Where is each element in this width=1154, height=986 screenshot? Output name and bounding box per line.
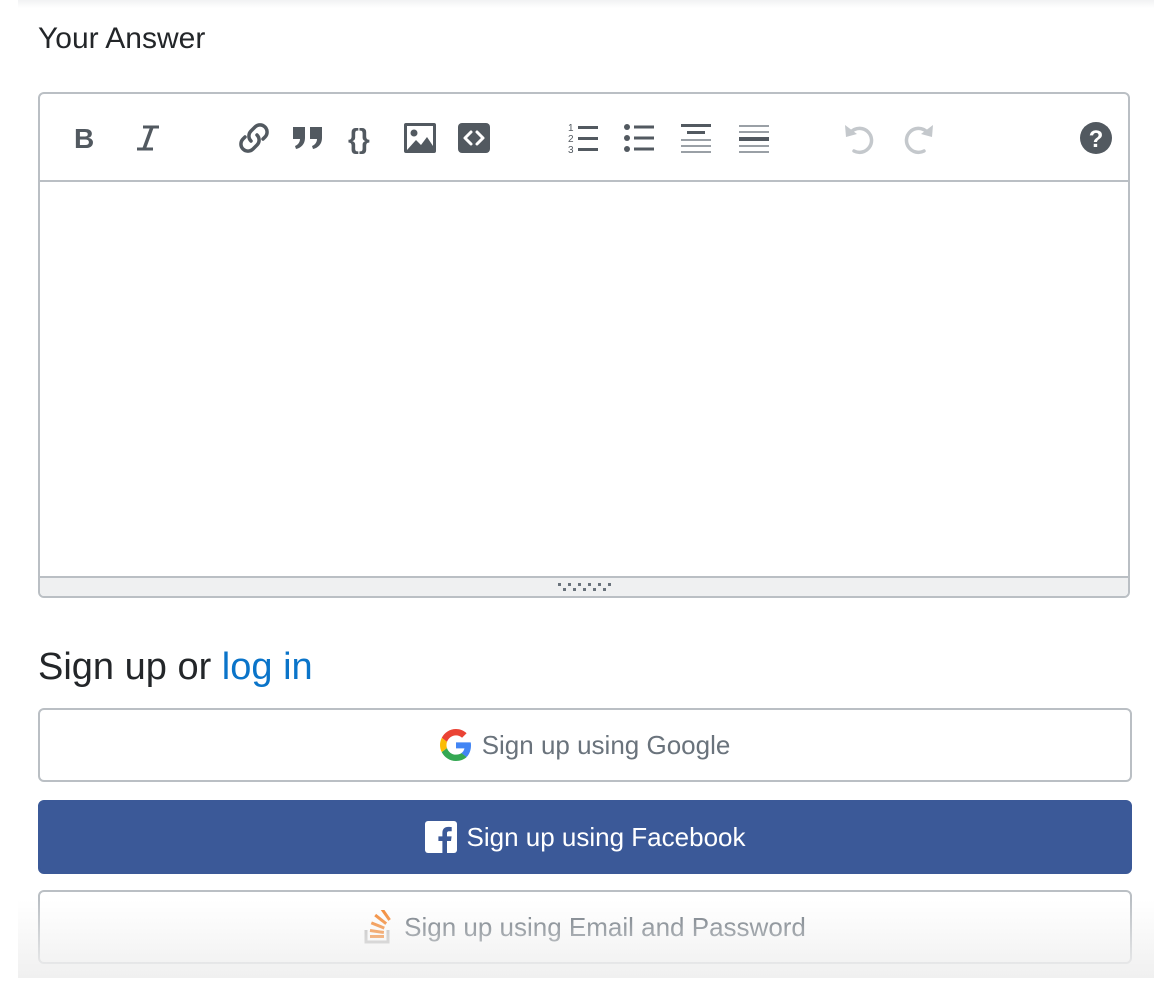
blockquote-button[interactable] — [286, 116, 330, 160]
signup-heading: Sign up or log in — [38, 644, 313, 690]
code-button[interactable]: {} — [342, 116, 386, 160]
bulleted-list-icon — [624, 124, 654, 152]
snippet-button[interactable] — [452, 116, 496, 160]
horizontal-rule-icon — [739, 125, 769, 153]
facebook-signup-label: Sign up using Facebook — [466, 821, 746, 852]
grip-dots-icon — [558, 583, 611, 591]
ordered-list-button[interactable]: 1 2 3 — [562, 116, 606, 160]
top-divider — [18, 0, 1154, 8]
email-signup-label: Sign up using Email and Password — [404, 911, 806, 942]
editor-toolbar: B {} 1 2 3 ? — [40, 94, 1128, 182]
blockquote-icon — [293, 127, 322, 149]
login-link[interactable]: log in — [222, 646, 313, 688]
link-button[interactable] — [232, 116, 276, 160]
answer-textarea[interactable] — [40, 182, 1128, 578]
heading-button[interactable] — [674, 116, 718, 160]
svg-text:1: 1 — [568, 123, 574, 134]
stackoverflow-icon — [364, 910, 394, 944]
redo-button[interactable] — [896, 116, 940, 160]
editor-resize-grip[interactable] — [40, 576, 1128, 596]
bold-button[interactable]: B — [62, 116, 106, 160]
italic-icon — [137, 125, 159, 151]
signup-heading-text: Sign up or — [38, 646, 222, 688]
email-signup-button[interactable]: Sign up using Email and Password — [38, 890, 1132, 964]
snippet-icon — [458, 123, 490, 153]
bulleted-list-button[interactable] — [618, 116, 662, 160]
svg-text:{}: {} — [348, 123, 370, 154]
svg-text:?: ? — [1089, 126, 1104, 153]
bold-icon: B — [74, 124, 94, 152]
google-signup-label: Sign up using Google — [481, 729, 731, 760]
answer-title: Your Answer — [38, 22, 206, 55]
undo-button[interactable] — [838, 116, 882, 160]
page: Your Answer B {} 1 2 3 ? Sign up or log … — [0, 0, 1154, 986]
help-icon: ? — [1080, 122, 1112, 154]
svg-text:B: B — [74, 124, 94, 152]
heading-icon — [681, 124, 711, 153]
image-icon — [404, 123, 436, 153]
facebook-signup-button[interactable]: Sign up using Facebook — [38, 800, 1132, 874]
code-icon: {} — [348, 123, 370, 154]
italic-button[interactable] — [126, 116, 170, 160]
svg-text:3: 3 — [568, 145, 574, 154]
ordered-list-icon: 1 2 3 — [568, 123, 598, 154]
google-signup-button[interactable]: Sign up using Google — [38, 708, 1132, 782]
image-button[interactable] — [398, 116, 442, 160]
link-icon — [239, 123, 269, 153]
redo-icon — [904, 125, 933, 155]
svg-text:2: 2 — [568, 134, 574, 145]
horizontal-rule-button[interactable] — [732, 116, 776, 160]
help-button[interactable]: ? — [1074, 116, 1118, 160]
google-icon — [439, 729, 472, 761]
answer-editor: B {} 1 2 3 ? — [38, 92, 1130, 598]
facebook-icon — [424, 821, 457, 853]
undo-icon — [845, 125, 874, 155]
